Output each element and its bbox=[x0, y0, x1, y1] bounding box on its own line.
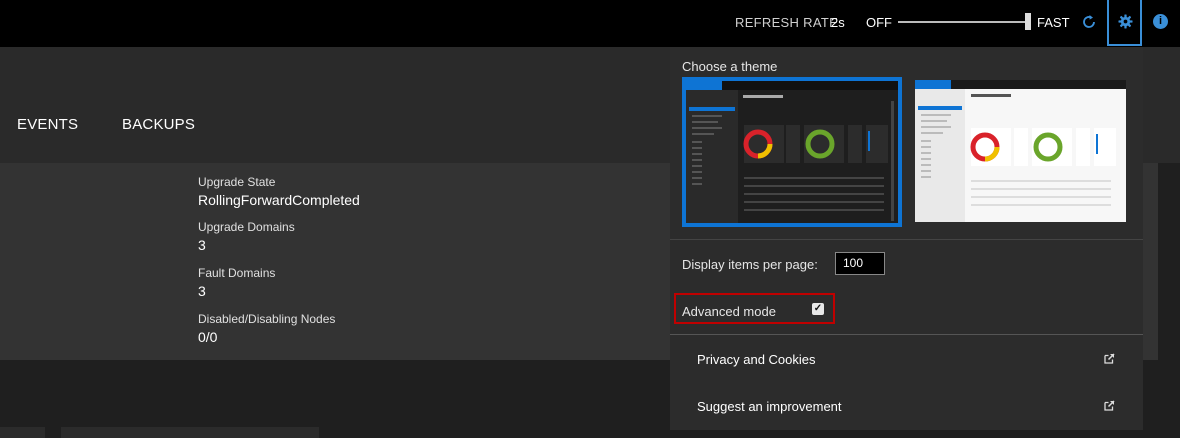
upgrade-domains-label: Upgrade Domains bbox=[198, 220, 295, 234]
divider bbox=[670, 239, 1143, 240]
refresh-rate-label: REFRESH RATE bbox=[735, 15, 839, 30]
upgrade-state-value: RollingForwardCompleted bbox=[198, 192, 360, 208]
theme-option-light[interactable] bbox=[915, 80, 1126, 222]
choose-theme-label: Choose a theme bbox=[682, 59, 778, 74]
dark-theme-preview bbox=[686, 81, 898, 223]
advanced-mode-checkbox[interactable]: ✓ bbox=[812, 303, 824, 315]
refresh-rate-slider[interactable] bbox=[898, 21, 1029, 23]
theme-option-dark[interactable] bbox=[682, 77, 902, 227]
top-bar: REFRESH RATE 2s OFF FAST i bbox=[0, 0, 1180, 47]
settings-dropdown: Choose a theme Display items per page: 1… bbox=[670, 47, 1143, 430]
info-icon[interactable]: i bbox=[1153, 14, 1168, 29]
light-theme-preview bbox=[915, 80, 1126, 222]
advanced-mode-label: Advanced mode bbox=[682, 304, 776, 319]
disabled-nodes-value: 0/0 bbox=[198, 329, 218, 345]
settings-button[interactable] bbox=[1107, 0, 1142, 46]
upgrade-state-label: Upgrade State bbox=[198, 175, 276, 189]
slider-fast-label: FAST bbox=[1037, 15, 1070, 30]
privacy-cookies-link[interactable]: Privacy and Cookies bbox=[697, 352, 816, 367]
slider-thumb[interactable] bbox=[1025, 13, 1031, 30]
refresh-icon[interactable] bbox=[1080, 13, 1098, 31]
tab-backups[interactable]: BACKUPS bbox=[122, 116, 195, 133]
tab-events[interactable]: EVENTS bbox=[17, 116, 78, 133]
slider-off-label: OFF bbox=[866, 15, 892, 30]
external-link-icon[interactable] bbox=[1104, 353, 1115, 364]
fault-domains-value: 3 bbox=[198, 283, 206, 299]
bottom-panel bbox=[0, 427, 45, 438]
upgrade-domains-value: 3 bbox=[198, 237, 206, 253]
suggest-improvement-link[interactable]: Suggest an improvement bbox=[697, 399, 842, 414]
disabled-nodes-label: Disabled/Disabling Nodes bbox=[198, 312, 336, 326]
divider bbox=[670, 334, 1143, 335]
external-link-icon[interactable] bbox=[1104, 400, 1115, 411]
bottom-panel bbox=[61, 427, 319, 438]
refresh-rate-value: 2s bbox=[831, 15, 845, 30]
fault-domains-label: Fault Domains bbox=[198, 266, 276, 280]
gear-icon bbox=[1118, 14, 1133, 29]
items-per-page-label: Display items per page: bbox=[682, 257, 818, 272]
items-per-page-input[interactable]: 100 bbox=[835, 252, 885, 275]
